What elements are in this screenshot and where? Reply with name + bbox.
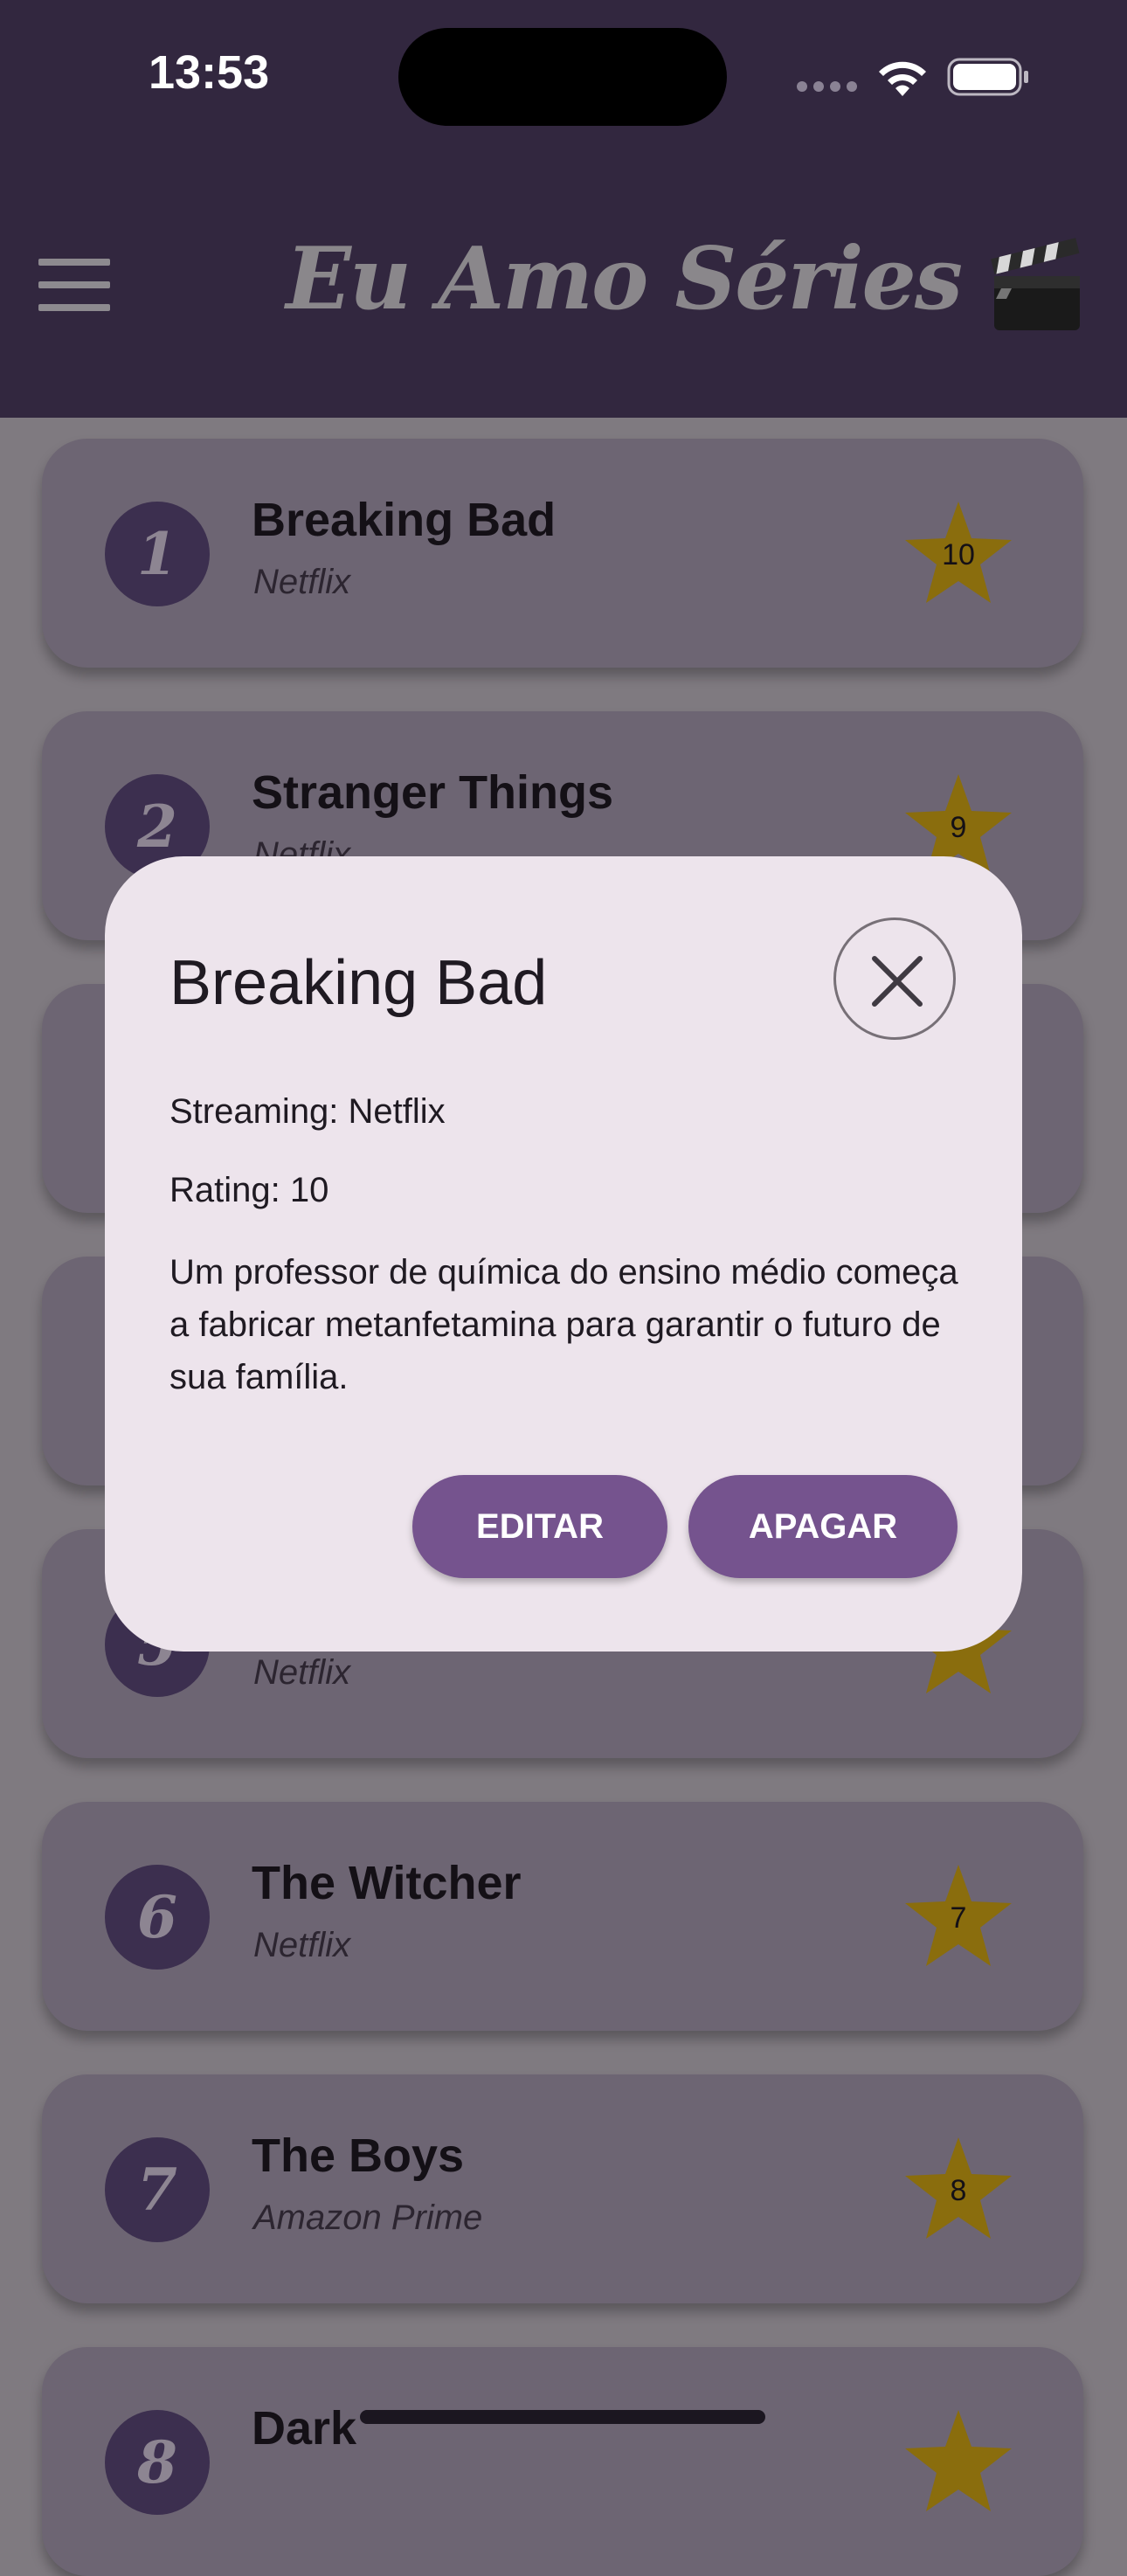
cellular-signal-icon — [797, 80, 863, 96]
series-title: Dark — [252, 2402, 357, 2455]
rating-info: Rating: 10 — [169, 1171, 329, 1209]
wifi-icon — [879, 61, 926, 96]
rank-badge: 8 — [105, 2410, 210, 2515]
app-header: 13:53 Eu Amo Séries — [0, 0, 1127, 418]
app-title: Eu Amo Séries — [286, 229, 963, 329]
series-card[interactable]: 8 Dark — [42, 2347, 1083, 2576]
series-card[interactable]: 1 Breaking Bad Netflix 10 — [42, 439, 1083, 668]
rating-value: 7 — [950, 1901, 967, 1935]
rating-star-icon — [903, 2408, 1013, 2515]
dialog-title: Breaking Bad — [169, 948, 548, 1018]
rank-badge: 7 — [105, 2137, 210, 2242]
delete-button[interactable]: APAGAR — [688, 1475, 958, 1578]
rank-badge: 1 — [105, 502, 210, 606]
rating-value: 9 — [950, 811, 967, 844]
streaming-info: Streaming: Netflix — [169, 1092, 446, 1131]
home-indicator[interactable] — [360, 2410, 765, 2424]
rating-star-icon: 8 — [903, 2136, 1013, 2242]
close-button[interactable] — [833, 918, 956, 1040]
series-title: Stranger Things — [252, 766, 614, 819]
status-time: 13:53 — [149, 46, 270, 99]
series-description: Um professor de química do ensino médio … — [169, 1253, 958, 1396]
hamburger-menu-icon[interactable] — [38, 259, 110, 327]
rating-star-icon: 7 — [903, 1863, 1013, 1970]
series-streaming: Netflix — [253, 1926, 351, 1964]
rating-value: 10 — [942, 538, 975, 571]
series-card[interactable]: 7 The Boys Amazon Prime 8 — [42, 2074, 1083, 2303]
edit-button[interactable]: EDITAR — [412, 1475, 667, 1578]
series-streaming: Amazon Prime — [253, 2199, 483, 2237]
rating-value: 8 — [950, 2174, 967, 2207]
battery-icon — [947, 58, 1028, 96]
dynamic-island — [398, 28, 727, 126]
series-title: The Witcher — [252, 1857, 522, 1909]
series-card[interactable]: 6 The Witcher Netflix 7 — [42, 1802, 1083, 2031]
series-detail-dialog: Breaking Bad Streaming: Netflix Rating: … — [105, 856, 1022, 1652]
clapperboard-icon — [991, 238, 1080, 330]
series-title: The Boys — [252, 2129, 465, 2182]
rating-star-icon: 10 — [903, 500, 1013, 606]
rank-badge: 6 — [105, 1865, 210, 1970]
close-icon — [872, 956, 923, 1007]
series-streaming: Netflix — [253, 1653, 351, 1692]
series-streaming: Netflix — [253, 563, 351, 601]
series-title: Breaking Bad — [252, 494, 557, 546]
